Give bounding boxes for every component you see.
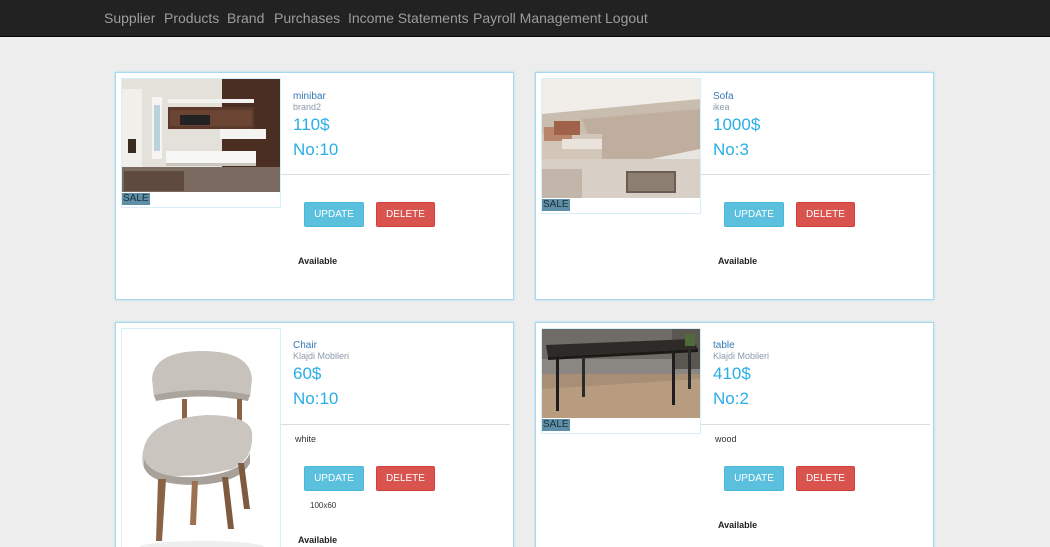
card-divider (701, 424, 930, 425)
sale-badge: SALE (542, 419, 570, 431)
nav-income-statements[interactable]: Income Statements (348, 10, 469, 26)
update-button[interactable]: UPDATE (304, 202, 364, 227)
product-brand: Klajdi Mobileri (293, 351, 350, 361)
nav-payroll-management[interactable]: Payroll Management (473, 10, 601, 26)
product-name: Chair (293, 340, 317, 351)
product-name: Sofa (713, 91, 734, 102)
nav-supplier[interactable]: Supplier (104, 10, 155, 26)
product-name: table (713, 340, 735, 351)
product-image-chair (122, 329, 280, 547)
product-card-sofa: SALE Sofa ikea 1000$ No:3 UPDATE DELETE … (535, 72, 934, 300)
product-card-table: SALE table Klajdi Mobileri 410$ No:2 woo… (535, 322, 934, 547)
update-button[interactable]: UPDATE (724, 202, 784, 227)
product-quantity: No:10 (293, 140, 339, 159)
nav-products[interactable]: Products (164, 10, 219, 26)
product-price: 60$ (293, 364, 322, 383)
sale-badge: SALE (122, 193, 150, 205)
product-brand: brand2 (293, 102, 322, 112)
product-quantity: No:10 (293, 389, 339, 408)
availability-status: Available (298, 256, 338, 266)
availability-status: Available (718, 520, 758, 530)
product-name: minibar (293, 91, 326, 102)
product-image-table (542, 329, 700, 418)
product-price: 110$ (293, 115, 330, 134)
product-price: 1000$ (713, 115, 761, 134)
product-brand: Klajdi Mobileri (713, 351, 770, 361)
update-button[interactable]: UPDATE (304, 466, 364, 491)
delete-button[interactable]: DELETE (796, 202, 855, 227)
product-image-sofa (542, 79, 700, 198)
delete-button[interactable]: DELETE (376, 202, 435, 227)
delete-button[interactable]: DELETE (376, 466, 435, 491)
product-quantity: No:3 (713, 140, 749, 159)
sale-badge: SALE (542, 199, 570, 211)
delete-button[interactable]: DELETE (796, 466, 855, 491)
nav-logout[interactable]: Logout (605, 10, 648, 26)
card-divider (281, 424, 510, 425)
product-thumbnail (121, 328, 281, 547)
product-card-chair: Chair Klajdi Mobileri 60$ No:10 white UP… (115, 322, 514, 547)
product-brand: ikea (713, 102, 730, 112)
product-card-minibar: SALE minibar brand2 110$ No:10 UPDATE DE… (115, 72, 514, 300)
product-price: 410$ (713, 364, 751, 383)
availability-status: Available (298, 535, 338, 545)
product-thumbnail: SALE (541, 78, 701, 214)
product-image-minibar (122, 79, 280, 192)
product-description: white (295, 434, 317, 444)
update-button[interactable]: UPDATE (724, 466, 784, 491)
product-quantity: No:2 (713, 389, 749, 408)
top-navbar: Supplier Products Brand Purchases Income… (0, 0, 1050, 37)
product-size: 100x60 (310, 501, 337, 510)
nav-purchases[interactable]: Purchases (274, 10, 340, 26)
product-thumbnail: SALE (541, 328, 701, 434)
availability-status: Available (718, 256, 758, 266)
product-thumbnail: SALE (121, 78, 281, 208)
card-divider (701, 174, 930, 175)
product-description: wood (715, 434, 737, 444)
nav-brand[interactable]: Brand (227, 10, 264, 26)
card-divider (281, 174, 510, 175)
